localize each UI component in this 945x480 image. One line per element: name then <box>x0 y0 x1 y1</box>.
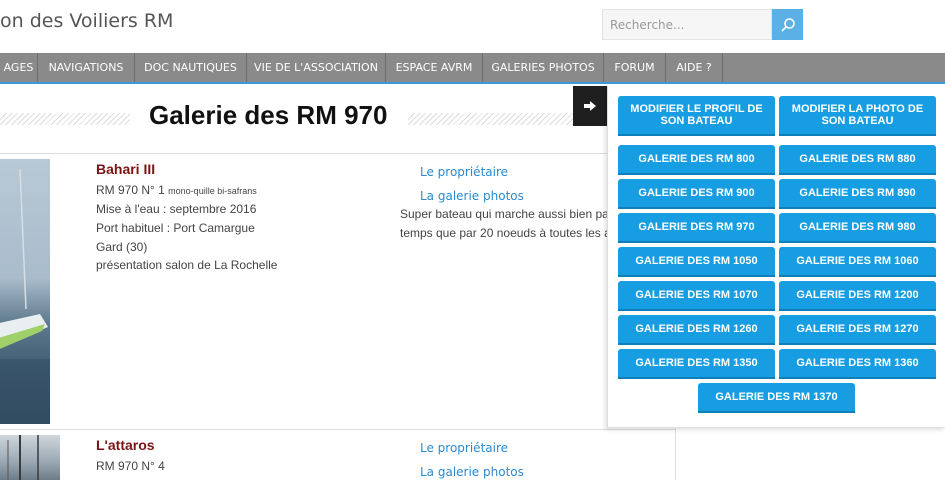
nav-item-vie-association[interactable]: VIE DE L'ASSOCIATION <box>247 53 386 82</box>
boat-region: Gard (30) <box>96 240 148 254</box>
gallery-rm-1050-button[interactable]: GALERIE DES RM 1050 <box>618 247 775 277</box>
owner-link[interactable]: Le propriétaire <box>420 441 508 455</box>
owner-link[interactable]: Le propriétaire <box>420 165 508 179</box>
nav-item-doc-nautiques[interactable]: DOC NAUTIQUES <box>135 53 247 82</box>
boat-name[interactable]: L'attaros <box>96 437 155 453</box>
gallery-rm-1260-button[interactable]: GALERIE DES RM 1260 <box>618 315 775 345</box>
boat-image <box>0 168 50 424</box>
search-icon <box>780 17 795 32</box>
gallery-link[interactable]: La galerie photos <box>420 189 524 203</box>
search-input[interactable]: Recherche... <box>602 9 772 40</box>
gallery-rm-1060-button[interactable]: GALERIE DES RM 1060 <box>779 247 936 277</box>
gallery-link[interactable]: La galerie photos <box>420 465 524 479</box>
boat-description-line: temps que par 20 noeuds à toutes les al <box>400 226 610 240</box>
main-nav: AGES NAVIGATIONS DOC NAUTIQUES VIE DE L'… <box>0 53 945 84</box>
divider <box>0 153 675 154</box>
boat-name[interactable]: Bahari III <box>96 161 155 177</box>
gallery-panel: MODIFIER LE PROFIL DE SON BATEAU MODIFIE… <box>607 86 945 428</box>
divider <box>675 428 676 480</box>
edit-boat-profile-button[interactable]: MODIFIER LE PROFIL DE SON BATEAU <box>618 96 775 136</box>
boat-image <box>7 435 39 480</box>
boat-model: RM 970 N° 1 mono-quille bi-safrans <box>96 183 257 197</box>
gallery-rm-800-button[interactable]: GALERIE DES RM 800 <box>618 145 775 175</box>
gallery-rm-890-button[interactable]: GALERIE DES RM 890 <box>779 179 936 209</box>
nav-item-pages[interactable]: AGES <box>0 53 38 82</box>
edit-boat-photo-button[interactable]: MODIFIER LA PHOTO DE SON BATEAU <box>779 96 936 136</box>
nav-item-forum[interactable]: FORUM <box>604 53 666 82</box>
nav-item-navigations[interactable]: NAVIGATIONS <box>38 53 135 82</box>
boat-launch: Mise à l'eau : septembre 2016 <box>96 202 257 216</box>
gallery-rm-970-button[interactable]: GALERIE DES RM 970 <box>618 213 775 243</box>
nav-item-espace-avrm[interactable]: ESPACE AVRM <box>386 53 483 82</box>
search-button[interactable] <box>772 9 803 40</box>
gallery-rm-900-button[interactable]: GALERIE DES RM 900 <box>618 179 775 209</box>
arrow-right-icon <box>584 101 596 111</box>
gallery-rm-1350-button[interactable]: GALERIE DES RM 1350 <box>618 349 775 379</box>
gallery-rm-1360-button[interactable]: GALERIE DES RM 1360 <box>779 349 936 379</box>
nav-item-galeries-photos[interactable]: GALERIES PHOTOS <box>483 53 604 82</box>
boat-description: Super bateau qui marche aussi bien par t… <box>400 205 610 243</box>
gallery-rm-980-button[interactable]: GALERIE DES RM 980 <box>779 213 936 243</box>
gallery-rm-1200-button[interactable]: GALERIE DES RM 1200 <box>779 281 936 311</box>
gallery-rm-1370-button[interactable]: GALERIE DES RM 1370 <box>698 383 855 413</box>
boat-extra: présentation salon de La Rochelle <box>96 258 278 272</box>
boat-model-note: mono-quille bi-safrans <box>168 186 257 196</box>
gallery-rm-1070-button[interactable]: GALERIE DES RM 1070 <box>618 281 775 311</box>
boat-description-line: Super bateau qui marche aussi bien par <box>400 207 610 221</box>
boat-photo[interactable] <box>0 435 60 480</box>
heading-decoration-right <box>408 113 573 125</box>
nav-item-aide[interactable]: AIDE ? <box>666 53 723 82</box>
boat-photo[interactable] <box>0 159 50 424</box>
gallery-rm-1270-button[interactable]: GALERIE DES RM 1270 <box>779 315 936 345</box>
boat-model-number: RM 970 N° 1 <box>96 183 165 197</box>
page-title: Galerie des RM 970 <box>149 100 388 130</box>
gallery-rm-880-button[interactable]: GALERIE DES RM 880 <box>779 145 936 175</box>
heading-decoration-left <box>0 113 130 125</box>
divider <box>0 429 675 430</box>
panel-toggle-button[interactable] <box>573 86 607 126</box>
boat-model-number: RM 970 N° 4 <box>96 459 165 473</box>
boat-port: Port habituel : Port Camargue <box>96 221 255 235</box>
site-title[interactable]: on des Voiliers RM <box>0 10 173 32</box>
